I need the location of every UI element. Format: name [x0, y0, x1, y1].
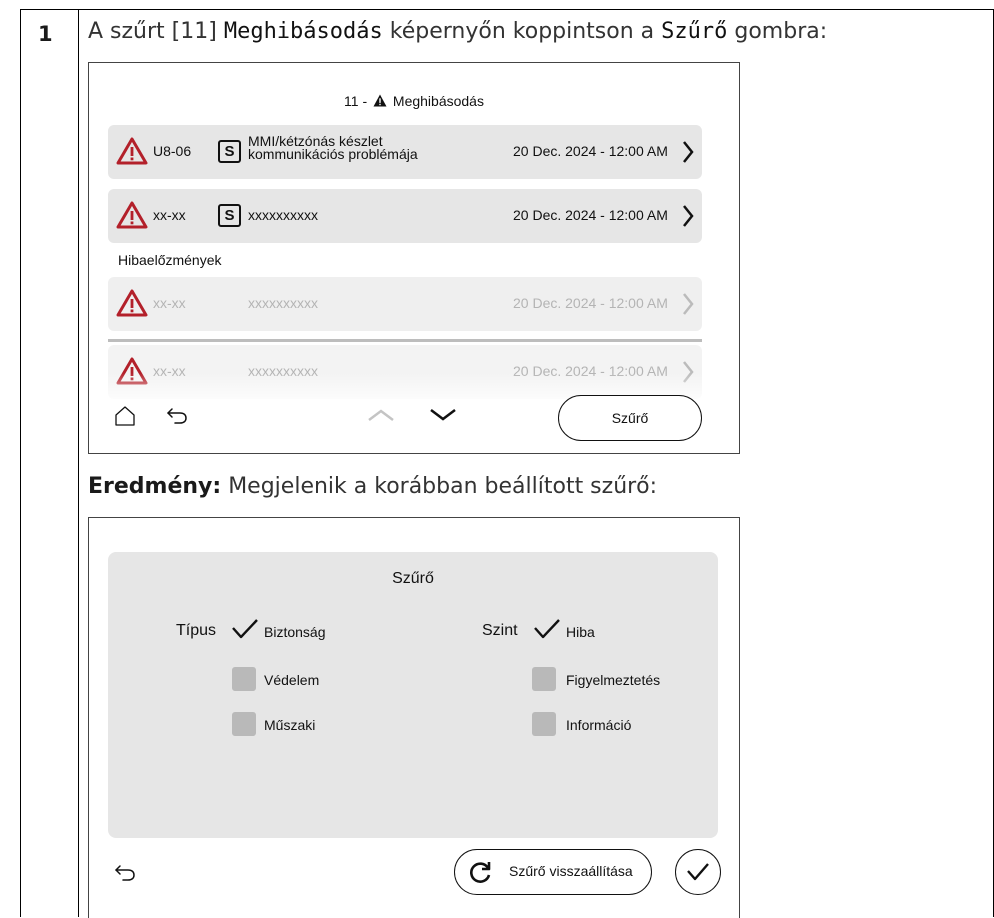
safety-badge: S — [218, 204, 241, 227]
checkbox-checked-icon[interactable] — [532, 618, 562, 642]
history-label: Hibaelőzmények — [118, 252, 222, 268]
fault-date: 20 Dec. 2024 - 12:00 AM — [513, 207, 668, 223]
chevron-right-icon — [683, 293, 694, 315]
step-screen-name: Meghibásodás — [223, 19, 383, 44]
filter-button[interactable]: Szűrő — [558, 395, 702, 441]
fault-screen-title: 11 - Meghibásodás — [89, 93, 739, 109]
safety-badge: S — [218, 140, 241, 163]
step-text-after: gombra: — [727, 19, 828, 44]
table-column-divider — [78, 9, 79, 917]
checkbox-unchecked[interactable] — [532, 667, 556, 691]
refresh-icon — [470, 862, 491, 883]
checkbox-unchecked[interactable] — [232, 667, 256, 691]
step-button-name: Szűrő — [661, 19, 728, 44]
level-label: Szint — [482, 622, 518, 639]
result-text: Megjelenik a korábban beállított szűrő: — [228, 474, 658, 499]
confirm-button[interactable] — [675, 849, 721, 895]
chevron-right-icon — [683, 141, 694, 163]
chevron-right-icon — [683, 205, 694, 227]
checkbox-unchecked[interactable] — [532, 712, 556, 736]
filter-panel: Szűrő Típus Szint Biztonság Védelem Műsz… — [108, 552, 718, 838]
fault-code: U8-06 — [153, 143, 192, 159]
home-icon[interactable] — [114, 405, 136, 427]
fault-code: xx-xx — [153, 295, 186, 311]
type-option-label: Műszaki — [264, 717, 316, 733]
filter-screen: Szűrő Típus Szint Biztonság Védelem Műsz… — [88, 517, 740, 918]
result-label: Eredmény: — [88, 474, 222, 499]
step-number: 1 — [38, 22, 53, 46]
warning-icon — [373, 94, 387, 107]
scroll-down-icon[interactable] — [429, 407, 457, 423]
checkbox-unchecked[interactable] — [232, 712, 256, 736]
list-divider — [108, 339, 702, 342]
fault-row[interactable]: xx-xx S xxxxxxxxxx 20 Dec. 2024 - 12:00 … — [108, 189, 702, 243]
warning-icon — [116, 137, 148, 165]
type-option-label: Biztonság — [264, 624, 326, 640]
fault-screen: 11 - Meghibásodás U8-06 S MMI/kétzónás k… — [88, 62, 740, 454]
warning-icon — [116, 201, 148, 229]
result-line: Eredmény: Megjelenik a korábban beállíto… — [88, 474, 657, 499]
history-row[interactable]: xx-xx xxxxxxxxxx 20 Dec. 2024 - 12:00 AM — [108, 277, 702, 331]
type-option-label: Védelem — [264, 672, 320, 688]
scroll-up-icon[interactable] — [367, 407, 395, 423]
fault-row[interactable]: U8-06 S MMI/kétzónás készlet kommunikáció… — [108, 125, 702, 179]
filter-title: Szűrő — [392, 570, 434, 587]
fault-date: 20 Dec. 2024 - 12:00 AM — [513, 143, 668, 159]
type-label: Típus — [176, 622, 217, 639]
level-option-label: Hiba — [566, 624, 595, 640]
table-top-border — [20, 9, 994, 10]
fault-screen-title-text: Meghibásodás — [392, 93, 484, 109]
step-text-before: A szűrt [11] — [88, 19, 224, 44]
table-left-border — [20, 9, 21, 917]
back-icon[interactable] — [114, 864, 136, 882]
reset-filter-label: Szűrő visszaállítása — [509, 863, 633, 879]
step-text-middle: képernyőn koppintson a — [382, 19, 662, 44]
checkbox-checked-icon[interactable] — [230, 618, 260, 642]
fault-description: MMI/kétzónás készlet kommunikációs problé… — [248, 134, 418, 162]
back-icon[interactable] — [166, 407, 188, 425]
step-instruction: A szűrt [11] Meghibásodás képernyőn kopp… — [88, 19, 827, 44]
fault-description: xxxxxxxxxx — [248, 207, 318, 223]
warning-icon — [116, 289, 148, 317]
fault-description: xxxxxxxxxx — [248, 295, 318, 311]
level-option-label: Információ — [566, 717, 632, 733]
checkmark-icon — [687, 863, 709, 881]
fault-description-line2: kommunikációs problémája — [248, 146, 418, 162]
reset-filter-button[interactable]: Szűrő visszaállítása — [454, 849, 652, 895]
level-option-label: Figyelmeztetés — [566, 672, 661, 688]
fault-screen-title-prefix: 11 - — [344, 93, 368, 109]
fault-date: 20 Dec. 2024 - 12:00 AM — [513, 295, 668, 311]
fault-code: xx-xx — [153, 207, 186, 223]
